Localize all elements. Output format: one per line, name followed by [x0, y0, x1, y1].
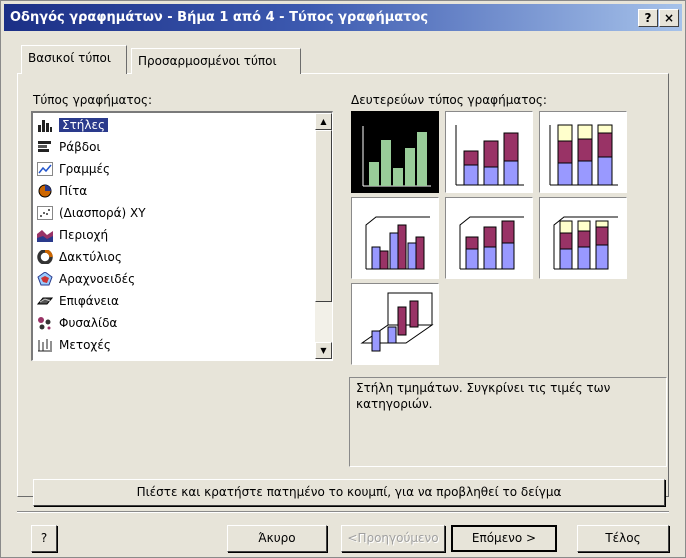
chart-type-item[interactable]: Περιοχή	[35, 225, 313, 245]
chart-type-item[interactable]: Στήλες	[35, 115, 313, 135]
chart-subtype-label: Δευτερεύων τύπος γραφήματος:	[351, 93, 547, 107]
help-titlebar-button[interactable]: ?	[638, 9, 658, 27]
chart-type-item-label: Στήλες	[59, 118, 109, 132]
area-chart-icon	[37, 228, 53, 242]
button-separator	[17, 511, 669, 513]
stock-chart-icon	[37, 338, 53, 352]
tab-label: Βασικοί τύποι	[28, 51, 111, 65]
chart-type-item-label: Δακτύλιος	[59, 250, 122, 264]
subtype-3d-100-stacked-column[interactable]	[539, 197, 627, 279]
subtype-3d-stacked-column[interactable]	[445, 197, 533, 279]
chart-type-item-label: Επιφάνεια	[59, 294, 119, 308]
chart-type-item[interactable]: Ράβδοι	[35, 137, 313, 157]
title-bar: Οδηγός γραφημάτων - Βήμα 1 από 4 - Τύπος…	[4, 4, 682, 31]
clustered-column-icon	[362, 126, 431, 187]
stacked-column-icon	[455, 125, 524, 186]
chart-type-item[interactable]: Πίτα	[35, 181, 313, 201]
3d-percent-stacked-column-icon	[553, 216, 618, 270]
chart-type-item-label: Ράβδοι	[59, 140, 101, 154]
doughnut-chart-icon	[37, 249, 53, 265]
chart-type-item-label: Αραχνοειδές	[59, 272, 136, 286]
tab-basic-types[interactable]: Βασικοί τύποι	[21, 45, 127, 74]
subtype-3d-column[interactable]	[351, 283, 439, 365]
help-icon: ?	[40, 531, 48, 545]
chart-type-item-label: Μετοχές	[59, 338, 111, 352]
back-button[interactable]: <Προηγούμενο	[341, 525, 445, 552]
finish-button[interactable]: Τέλος	[577, 525, 669, 552]
chart-type-item[interactable]: Επιφάνεια	[35, 291, 313, 311]
3d-clustered-column-icon	[365, 216, 430, 270]
close-button[interactable]: ×	[659, 9, 679, 27]
percent-stacked-column-icon	[549, 124, 618, 186]
window-title: Οδηγός γραφημάτων - Βήμα 1 από 4 - Τύπος…	[10, 10, 429, 25]
help-button[interactable]: ?	[31, 525, 57, 552]
scroll-down-icon[interactable]: ▼	[315, 342, 332, 359]
subtype-100-stacked-column[interactable]	[539, 111, 627, 193]
tab-label: Προσαρμοσμένοι τύποι	[138, 54, 277, 68]
next-button[interactable]: Επόμενο >	[451, 525, 557, 552]
scatter-chart-icon	[37, 206, 53, 220]
chart-type-item-label: Περιοχή	[59, 228, 109, 242]
preview-button-label: Πιέστε και κρατήστε πατημένο το κουμπί, …	[136, 485, 562, 499]
chart-subtype-grid	[349, 109, 667, 369]
pie-chart-icon	[37, 184, 53, 198]
chart-type-item-label: Πίτα	[59, 184, 88, 198]
chart-type-list[interactable]: Στήλες Ράβδοι Γραμμές Πίτα (Διασπορά) XY Περι…	[31, 111, 333, 361]
scroll-thumb[interactable]	[315, 130, 332, 302]
preview-sample-button[interactable]: Πιέστε και κρατήστε πατημένο το κουμπί, …	[33, 479, 665, 506]
chart-wizard-dialog: Οδηγός γραφημάτων - Βήμα 1 από 4 - Τύπος…	[0, 0, 686, 558]
list-scrollbar[interactable]: ▲ ▼	[315, 113, 332, 359]
subtype-stacked-column[interactable]	[445, 111, 533, 193]
chart-description: Στήλη τμημάτων. Συγκρίνει τις τιμές των …	[349, 377, 667, 467]
chart-type-item[interactable]: Γραμμές	[35, 159, 313, 179]
chart-type-item-label: Φυσαλίδα	[59, 316, 118, 330]
chart-type-label: Τύπος γραφήματος:	[33, 93, 153, 107]
chart-type-item-label: Γραμμές	[59, 162, 111, 176]
cancel-button[interactable]: Άκυρο	[227, 525, 327, 552]
tab-custom-types[interactable]: Προσαρμοσμένοι τύποι	[131, 48, 301, 74]
scroll-up-icon[interactable]: ▲	[315, 113, 332, 130]
line-chart-icon	[37, 162, 53, 176]
bar-chart-icon	[37, 140, 53, 154]
chart-type-item[interactable]: Μετοχές	[35, 335, 313, 355]
subtype-3d-clustered-column[interactable]	[351, 197, 439, 279]
subtype-clustered-column[interactable]	[351, 111, 439, 193]
chart-type-item[interactable]: Αραχνοειδές	[35, 269, 313, 289]
3d-column-icon	[360, 292, 434, 352]
chart-type-item[interactable]: (Διασπορά) XY	[35, 203, 313, 223]
radar-chart-icon	[37, 271, 53, 286]
chart-type-item[interactable]: Φυσαλίδα	[35, 313, 313, 333]
surface-chart-icon	[36, 294, 54, 308]
chart-type-item-label: (Διασπορά) XY	[59, 206, 146, 220]
column-chart-icon	[37, 118, 53, 132]
chart-type-item[interactable]: Δακτύλιος	[35, 247, 313, 267]
3d-stacked-column-icon	[459, 216, 524, 270]
bubble-chart-icon	[37, 316, 53, 330]
